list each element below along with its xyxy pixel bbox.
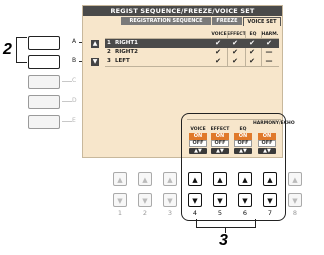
button-number-2: 2 [142, 209, 148, 217]
button-number-8: 8 [292, 209, 298, 217]
column-voice: VOICE [211, 32, 227, 37]
side-button-d-label: D [72, 97, 77, 104]
down-button-1[interactable]: ▼ [113, 193, 127, 207]
grid-h [105, 66, 279, 67]
check-eq[interactable]: ✔ [245, 57, 259, 66]
check-voice[interactable]: ✔ [211, 39, 225, 48]
check-effect[interactable]: ✔ [228, 48, 242, 57]
callout-3-bracket [196, 219, 256, 228]
down-button-3[interactable]: ▼ [163, 193, 177, 207]
tab-freeze[interactable]: FREEZE [212, 17, 242, 25]
check-effect[interactable]: ✔ [228, 57, 242, 66]
side-button-e-label: E [72, 117, 76, 124]
side-button-b-label: B [72, 57, 77, 64]
tab-registration-sequence[interactable]: REGISTRATION SEQUENCE [121, 17, 211, 25]
side-button-e[interactable] [28, 115, 60, 129]
check-harm[interactable]: — [262, 57, 276, 66]
callout-2-bracket [16, 37, 27, 63]
part-row-left[interactable]: 3 LEFT ✔ ✔ ✔ — [105, 57, 279, 66]
up-button-4[interactable]: ▲ [188, 172, 202, 186]
down-button-4[interactable]: ▼ [188, 193, 202, 207]
row-part-name: RIGHT1 [115, 40, 138, 46]
up-button-1[interactable]: ▲ [113, 172, 127, 186]
side-button-a-label: A [72, 38, 77, 45]
column-harm: HARM. [261, 32, 279, 37]
row-part-name: RIGHT2 [115, 49, 138, 55]
row-number: 1 [107, 40, 111, 46]
up-button-5[interactable]: ▲ [213, 172, 227, 186]
column-eq: EQ [249, 32, 257, 37]
tab-voice-set[interactable]: VOICE SET [243, 17, 281, 26]
down-button-5[interactable]: ▼ [213, 193, 227, 207]
check-voice[interactable]: ✔ [211, 57, 225, 66]
side-button-c-line [62, 81, 72, 82]
side-button-e-line [62, 121, 72, 122]
up-button-6[interactable]: ▲ [238, 172, 252, 186]
side-button-c-label: C [72, 77, 77, 84]
down-icon[interactable]: ▼ [91, 58, 99, 66]
up-button-3[interactable]: ▲ [163, 172, 177, 186]
check-harm[interactable]: ✔ [262, 39, 276, 48]
down-button-8[interactable]: ▼ [288, 193, 302, 207]
down-button-7[interactable]: ▼ [263, 193, 277, 207]
up-button-7[interactable]: ▲ [263, 172, 277, 186]
part-row-right1[interactable]: 1 RIGHT1 ✔ ✔ ✔ ✔ [105, 39, 279, 48]
button-number-5: 5 [217, 209, 223, 217]
side-button-a[interactable] [28, 36, 60, 50]
up-icon[interactable]: ▲ [91, 40, 99, 48]
button-number-1: 1 [117, 209, 123, 217]
row-number: 2 [107, 49, 111, 55]
check-eq[interactable]: ✔ [245, 48, 259, 57]
button-number-3: 3 [167, 209, 173, 217]
check-eq[interactable]: ✔ [245, 39, 259, 48]
callout-2: 2 [3, 41, 12, 58]
row-number: 3 [107, 58, 111, 64]
side-button-d-line [62, 101, 72, 102]
column-effect: EFFECT [227, 32, 246, 37]
check-harm[interactable]: — [262, 48, 276, 57]
check-effect[interactable]: ✔ [228, 39, 242, 48]
part-row-right2[interactable]: 2 RIGHT2 ✔ ✔ ✔ — [105, 48, 279, 57]
up-button-8[interactable]: ▲ [288, 172, 302, 186]
side-button-b[interactable] [28, 55, 60, 69]
row-part-name: LEFT [115, 58, 130, 64]
up-button-2[interactable]: ▲ [138, 172, 152, 186]
side-button-c[interactable] [28, 75, 60, 89]
down-button-2[interactable]: ▼ [138, 193, 152, 207]
button-number-7: 7 [267, 209, 273, 217]
screen-title: REGIST SEQUENCE/FREEZE/VOICE SET [83, 6, 282, 16]
button-number-4: 4 [192, 209, 198, 217]
button-number-6: 6 [242, 209, 248, 217]
side-button-d[interactable] [28, 95, 60, 109]
callout-3: 3 [219, 232, 228, 249]
down-button-6[interactable]: ▼ [238, 193, 252, 207]
check-voice[interactable]: ✔ [211, 48, 225, 57]
